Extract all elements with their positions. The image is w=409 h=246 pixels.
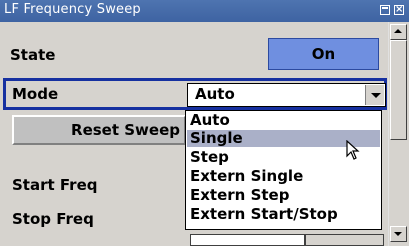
mode-label: Mode (12, 85, 59, 103)
window-title: LF Frequency Sweep (4, 2, 141, 17)
mode-row: Mode Auto (3, 78, 387, 110)
close-icon[interactable]: × (394, 5, 404, 15)
chevron-down-icon[interactable] (365, 85, 384, 105)
dialog-window: LF Frequency Sweep × State On Mode Auto … (0, 0, 409, 246)
start-freq-field[interactable] (190, 234, 305, 246)
scroll-up-button[interactable] (390, 24, 407, 40)
title-bar[interactable]: LF Frequency Sweep × (0, 0, 409, 22)
scroll-thumb[interactable] (390, 40, 407, 140)
stop-freq-label: Stop Freq (12, 210, 94, 228)
mode-select[interactable]: Auto (187, 83, 386, 107)
state-label: State (10, 46, 56, 64)
mode-option-extern-step[interactable]: Extern Step (187, 187, 380, 204)
mode-option-extern-start-stop[interactable]: Extern Start/Stop (187, 206, 380, 223)
mouse-pointer-icon (346, 140, 360, 160)
reset-sweep-button[interactable]: Reset Sweep (12, 115, 186, 145)
mode-option-extern-single[interactable]: Extern Single (187, 168, 380, 185)
stop-freq-field[interactable] (305, 234, 384, 246)
start-freq-label: Start Freq (12, 176, 98, 194)
mode-option-auto[interactable]: Auto (187, 112, 380, 129)
restore-icon[interactable] (380, 5, 390, 15)
scroll-down-button[interactable] (390, 226, 407, 242)
mode-dropdown-list: Auto Single Step Extern Single Extern St… (185, 110, 382, 230)
mode-select-value: Auto (195, 85, 235, 103)
vertical-scrollbar[interactable] (388, 22, 409, 246)
state-toggle-button[interactable]: On (268, 38, 379, 70)
